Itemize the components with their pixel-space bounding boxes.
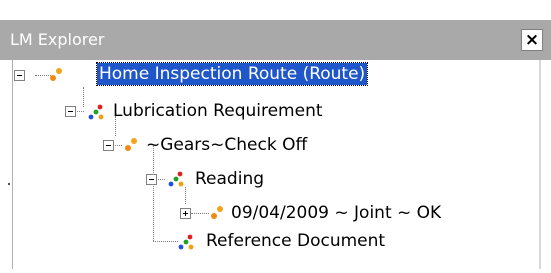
multi-dot-icon (88, 104, 104, 120)
tree-connector (153, 146, 154, 241)
close-icon: × (524, 30, 540, 50)
panel-title: LM Explorer (10, 30, 105, 49)
route-icon (125, 138, 137, 151)
lm-explorer-panel: LM Explorer × Home Inspection Route (Rou… (0, 0, 551, 273)
collapse-toggle[interactable] (103, 140, 114, 151)
collapse-toggle[interactable] (146, 174, 157, 185)
tree-connector (191, 213, 209, 214)
stray-pixel (8, 183, 10, 185)
multi-dot-icon (168, 171, 184, 187)
tree-node-label[interactable]: ~Gears~Check Off (146, 134, 307, 156)
tree-right-border (539, 60, 541, 269)
explorer-tree[interactable]: Home Inspection Route (Route) Lubricatio… (12, 60, 541, 269)
expand-toggle[interactable] (180, 208, 191, 219)
tree-node-label[interactable]: 09/04/2009 ~ Joint ~ OK (231, 202, 441, 224)
tree-connector (153, 241, 178, 242)
tree-node-label[interactable]: Lubrication Requirement (113, 100, 323, 122)
tree-node-label[interactable]: Home Inspection Route (Route) (95, 62, 369, 86)
collapse-toggle[interactable] (65, 106, 76, 117)
tree-node-label[interactable]: Reading (195, 168, 264, 190)
multi-dot-icon (178, 234, 194, 250)
panel-titlebar: LM Explorer × (0, 20, 551, 60)
route-icon (50, 68, 62, 81)
collapse-toggle[interactable] (14, 70, 25, 81)
tree-node-label[interactable]: Reference Document (206, 230, 385, 252)
close-button[interactable]: × (521, 29, 543, 51)
route-icon (211, 206, 223, 219)
tree-connector (185, 187, 186, 204)
tree-connector (83, 87, 84, 107)
